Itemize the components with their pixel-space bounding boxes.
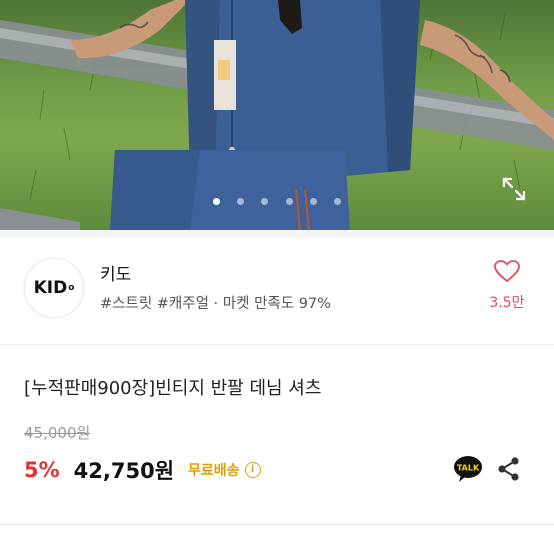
share-button[interactable]: [496, 456, 522, 482]
talk-button[interactable]: TALK: [453, 455, 483, 483]
gallery-dot[interactable]: [309, 198, 317, 205]
info-icon: i: [244, 462, 261, 478]
shop-logo-text: KID: [33, 278, 68, 298]
shop-logo-mark: o: [68, 283, 75, 293]
divider: [0, 344, 554, 345]
product-title: [누적판매900장]빈티지 반팔 데님 셔츠: [24, 378, 322, 399]
original-price: 45,000원: [24, 424, 91, 442]
gallery-dot[interactable]: [261, 198, 269, 205]
sale-price: 42,750원: [73, 459, 175, 483]
talk-icon: TALK: [454, 456, 482, 482]
gallery-pagination: [0, 190, 554, 209]
shop-logo[interactable]: KID o: [24, 258, 84, 318]
gallery-dot[interactable]: [333, 198, 341, 205]
gallery-dot[interactable]: [285, 198, 293, 205]
free-shipping-badge[interactable]: 무료배송 i: [188, 460, 261, 480]
gallery-dot[interactable]: [213, 198, 221, 205]
price-row: 5% 42,750원 무료배송 i: [24, 452, 261, 488]
shop-name[interactable]: 키도: [100, 260, 131, 285]
discount-rate: 5%: [24, 458, 60, 482]
free-shipping-label: 무료배송: [188, 463, 240, 479]
like-count: 3.5만: [489, 295, 525, 311]
shop-tags: #스트릿 #캐주얼 · 마켓 만족도 97%: [100, 296, 331, 312]
like-button[interactable]: 3.5만: [478, 260, 536, 312]
share-icon: [498, 457, 519, 481]
shop-section: KID o 키도 #스트릿 #캐주얼 · 마켓 만족도 97% 3.5만: [0, 238, 554, 338]
product-image[interactable]: [0, 0, 554, 230]
heart-icon: [494, 260, 520, 282]
expand-icon[interactable]: [499, 174, 529, 204]
gallery-dot[interactable]: [237, 198, 245, 205]
talk-label: TALK: [457, 464, 480, 473]
section-divider: [0, 230, 554, 238]
divider: [0, 524, 554, 525]
